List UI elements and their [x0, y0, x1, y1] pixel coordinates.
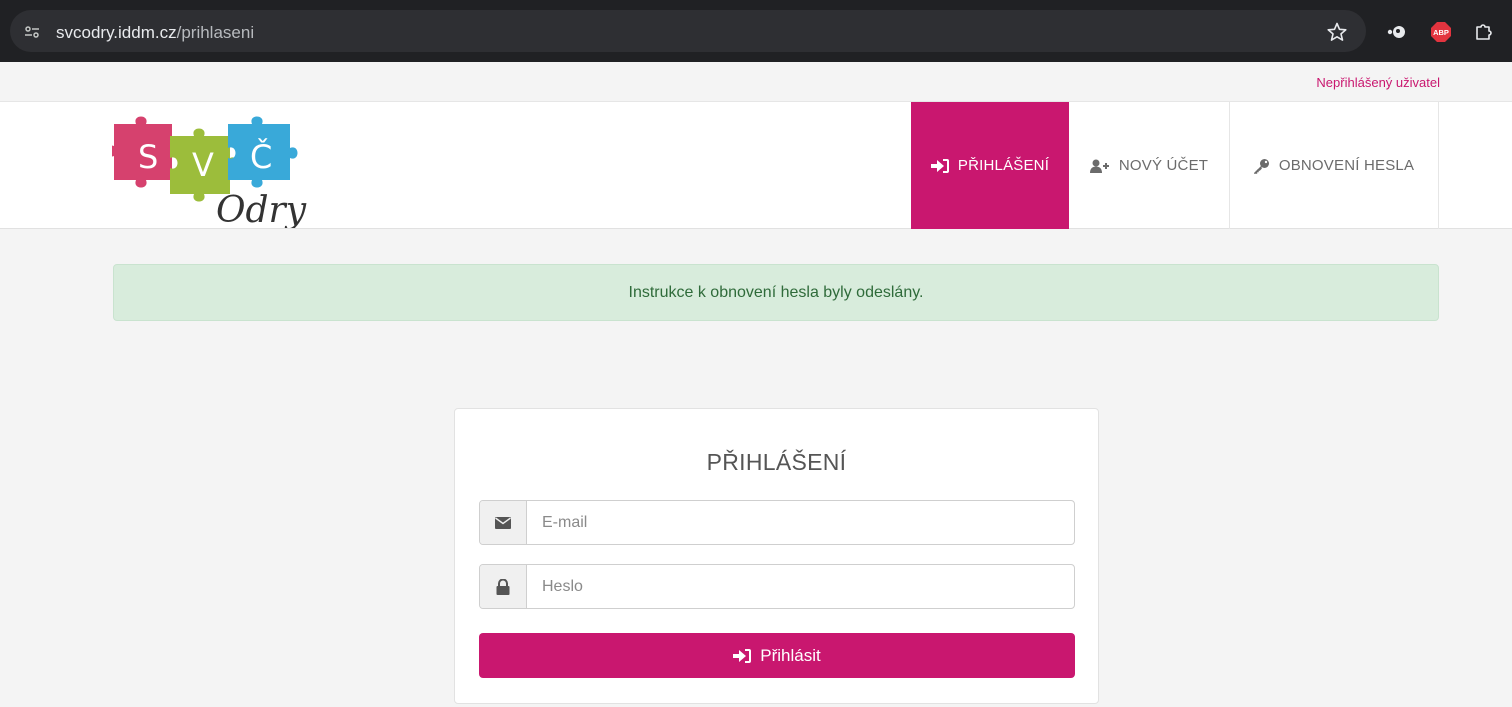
nav-new-account[interactable]: NOVÝ ÚČET: [1069, 102, 1230, 229]
user-status-link[interactable]: Nepřihlášený uživatel: [1316, 75, 1440, 90]
sign-in-icon: [733, 648, 752, 663]
email-field[interactable]: [527, 501, 1074, 544]
nav-password-reset[interactable]: OBNOVENÍ HESLA: [1230, 102, 1439, 229]
user-bar: Nepřihlášený uživatel: [0, 62, 1512, 101]
logo-script: Odry: [216, 190, 307, 228]
logo-letter-v: V: [192, 146, 214, 184]
site-info-icon[interactable]: [24, 25, 40, 39]
star-icon[interactable]: [1327, 22, 1347, 42]
password-field[interactable]: [527, 565, 1074, 608]
sign-in-icon: [930, 158, 949, 173]
adblock-icon[interactable]: ABP: [1430, 21, 1452, 43]
alert-message: Instrukce k obnovení hesla byly odeslány…: [628, 283, 924, 301]
logo-letter-s: S: [138, 138, 158, 176]
url-text[interactable]: svcodry.iddm.cz/prihlaseni: [56, 23, 254, 43]
login-panel: PŘIHLÁŠENÍ Přihlásit: [454, 408, 1099, 704]
adblock-label: ABP: [1433, 28, 1449, 37]
envelope-icon: [495, 516, 511, 529]
password-input-group: [479, 564, 1075, 609]
extension-icon[interactable]: [1386, 24, 1408, 40]
login-button-label: Přihlásit: [760, 645, 821, 665]
main-nav: PŘIHLÁŠENÍ NOVÝ ÚČET OBNOVENÍ HESLA: [911, 102, 1439, 229]
site-header: S V Č Odry PŘIHLÁŠENÍ NOVÝ ÚČET OBNOVENÍ…: [0, 101, 1512, 229]
nav-login[interactable]: PŘIHLÁŠENÍ: [911, 102, 1069, 229]
key-icon: [1253, 158, 1269, 174]
puzzle-icon[interactable]: [1474, 22, 1494, 42]
nav-new-account-label: NOVÝ ÚČET: [1118, 157, 1209, 174]
nav-password-reset-label: OBNOVENÍ HESLA: [1278, 157, 1415, 174]
login-button[interactable]: Přihlásit: [479, 633, 1075, 678]
user-plus-icon: [1089, 159, 1109, 173]
login-title: PŘIHLÁŠENÍ: [706, 449, 847, 475]
lock-icon: [496, 578, 510, 595]
svc-odry-logo[interactable]: S V Č Odry: [112, 110, 322, 228]
url-path: /prihlaseni: [176, 23, 255, 42]
email-addon: [480, 501, 527, 544]
password-addon: [480, 565, 527, 608]
browser-toolbar: svcodry.iddm.cz/prihlaseni ABP: [0, 0, 1512, 62]
url-host: svcodry.iddm.cz: [56, 23, 177, 42]
logo-letter-c: Č: [250, 137, 272, 176]
success-alert: Instrukce k obnovení hesla byly odeslány…: [113, 264, 1439, 321]
email-input-group: [479, 500, 1075, 545]
nav-login-label: PŘIHLÁŠENÍ: [957, 157, 1050, 174]
